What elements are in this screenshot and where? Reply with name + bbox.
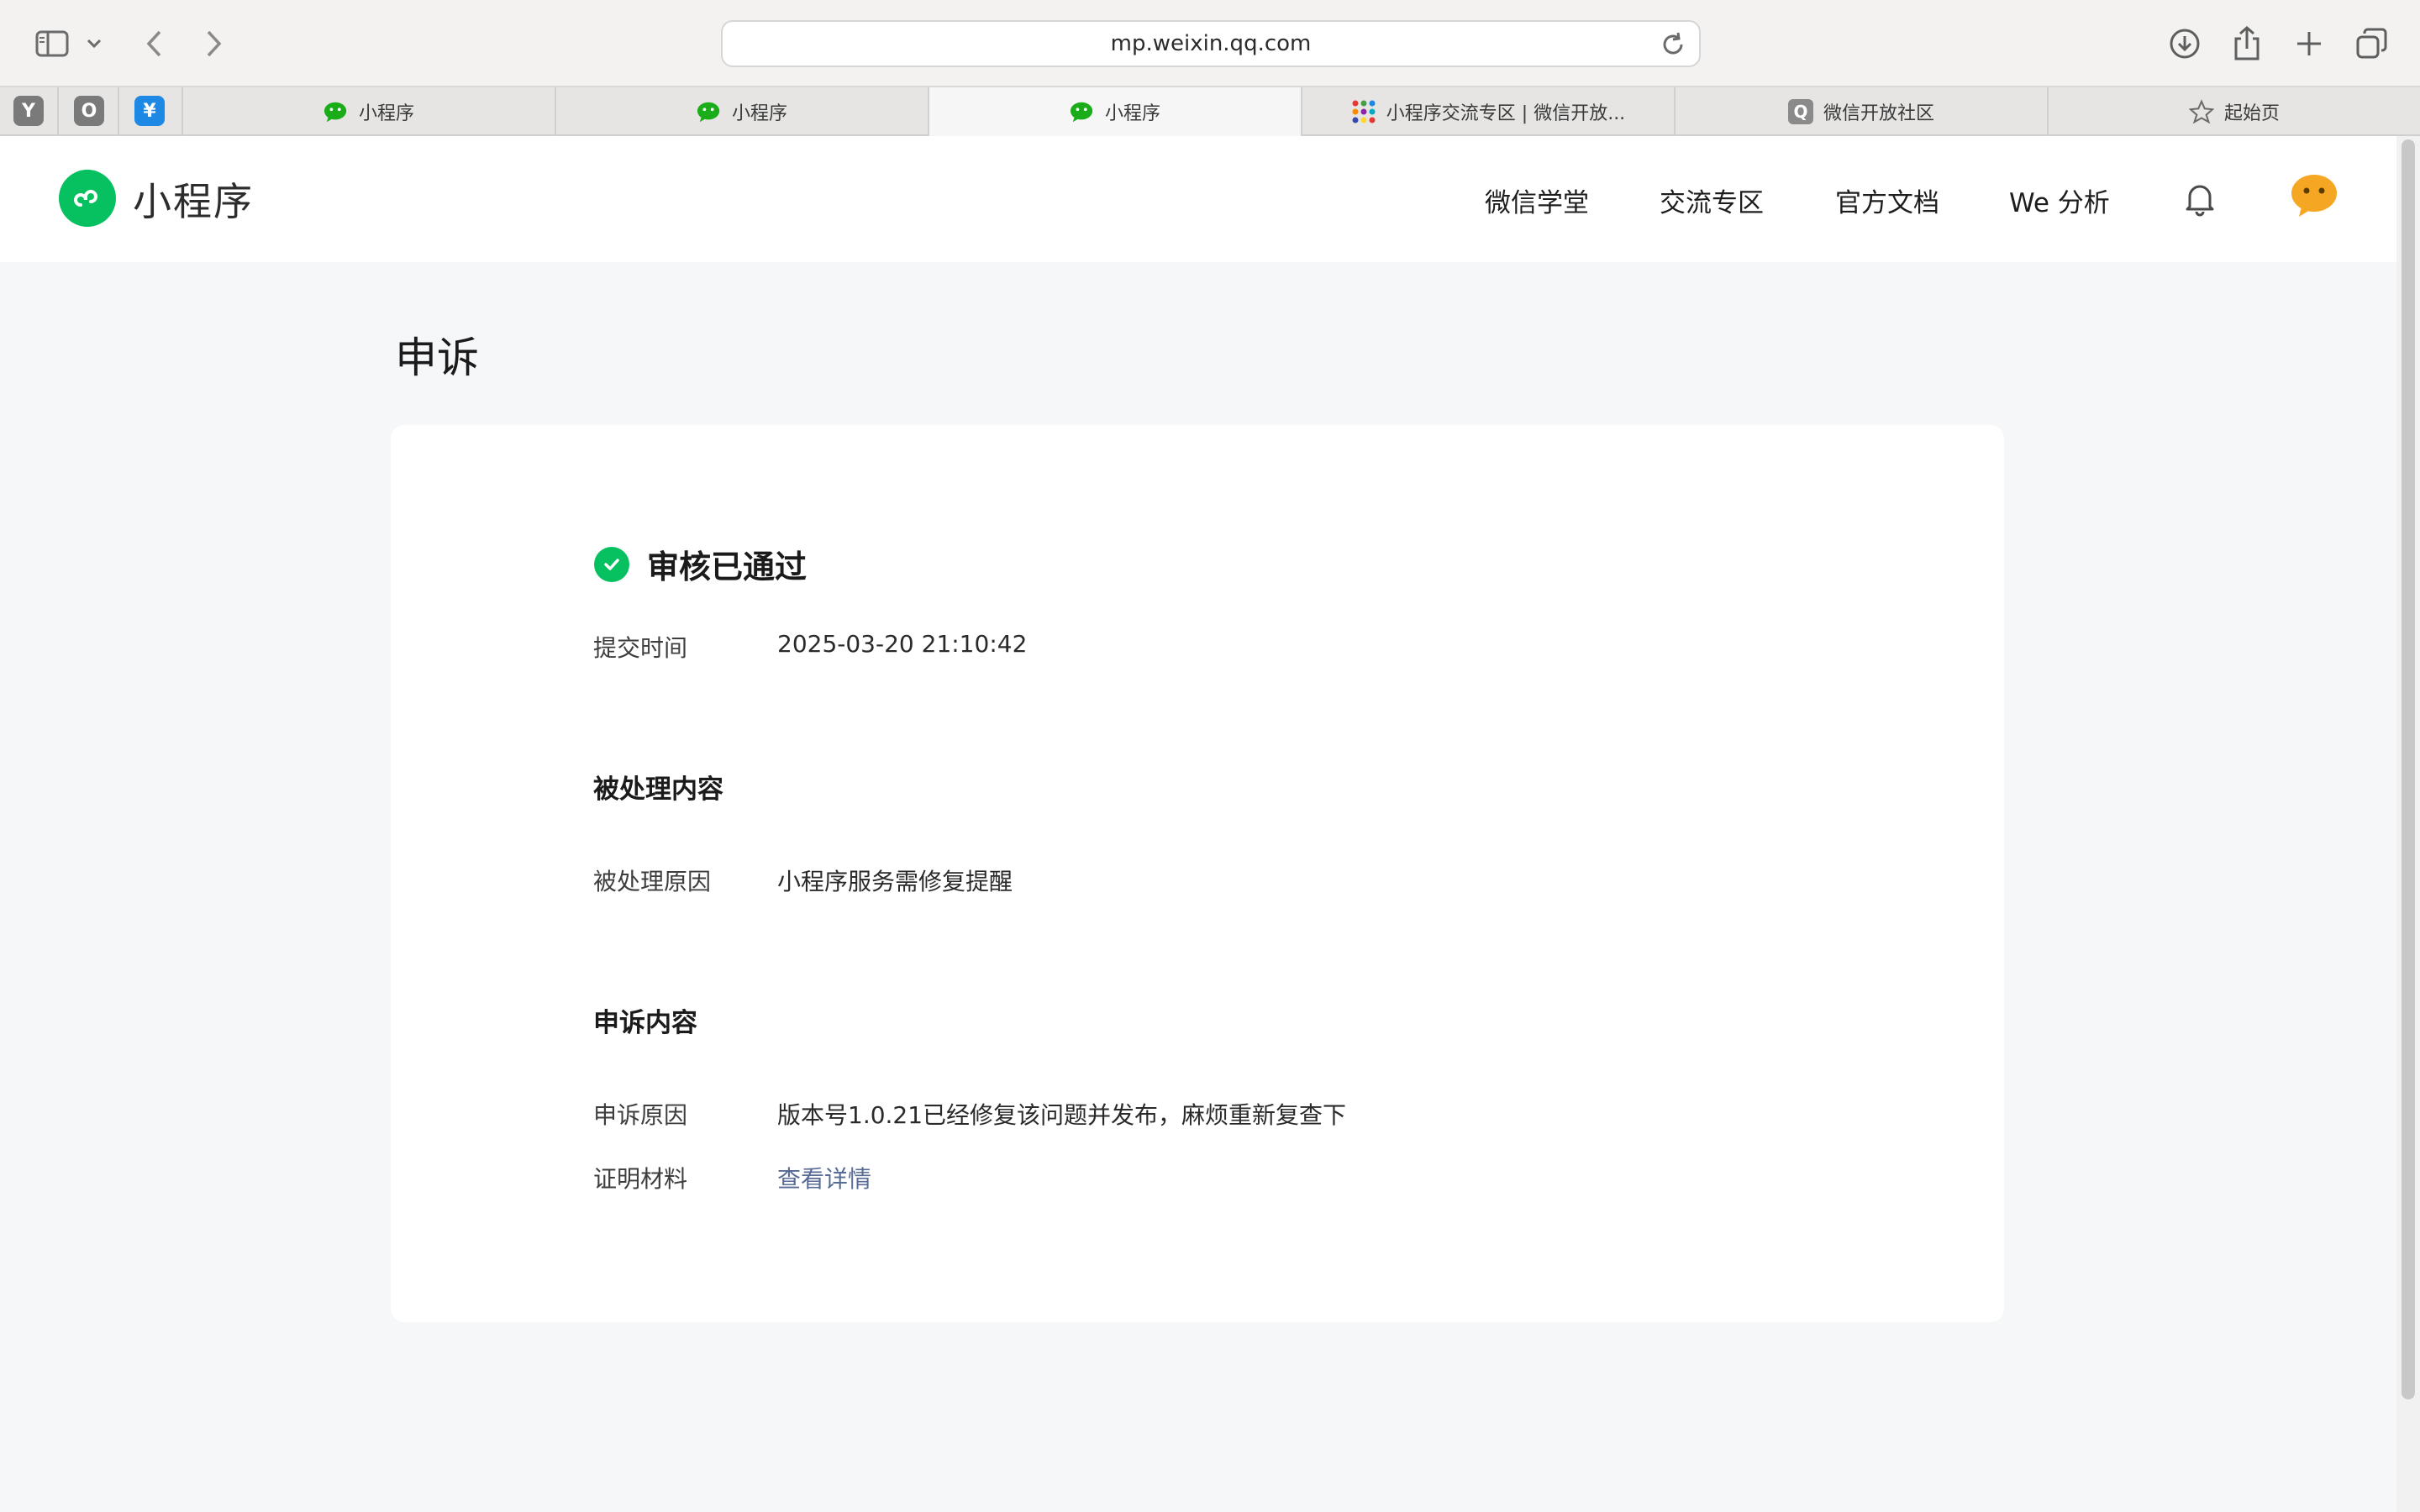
brand-name[interactable]: 小程序 (133, 171, 254, 227)
address-bar[interactable]: mp.weixin.qq.com (721, 20, 1701, 67)
tab-title: 小程序交流专区 | 微信开放... (1386, 103, 1626, 124)
nav-we-analytics[interactable]: We 分析 (2009, 181, 2110, 219)
tab-title: 小程序 (358, 103, 414, 124)
url-text: mp.weixin.qq.com (1110, 31, 1312, 56)
wechat-icon (697, 99, 722, 124)
pinned-tab-o[interactable]: O (74, 96, 104, 126)
pinned-tab-letter: ¥ (143, 100, 156, 122)
tab-title: 小程序 (1104, 103, 1160, 124)
handled-content-heading: 被处理内容 (593, 774, 723, 805)
reload-icon[interactable] (1659, 30, 1687, 59)
handled-reason-label: 被处理原因 (593, 868, 712, 895)
sidebar-toggle-icon[interactable] (32, 24, 72, 64)
forward-icon[interactable] (193, 24, 234, 64)
tab-title: 小程序 (731, 103, 787, 124)
tab-overview-icon[interactable] (2351, 24, 2391, 64)
star-icon (2188, 99, 2214, 124)
appeal-content-heading: 申诉内容 (593, 1008, 697, 1038)
browser-toolbar: mp.weixin.qq.com (0, 0, 2420, 87)
view-details-link[interactable]: 查看详情 (777, 1161, 871, 1194)
nav-community[interactable]: 交流专区 (1660, 181, 1764, 219)
mini-program-logo-icon[interactable] (59, 170, 116, 227)
chevron-down-icon[interactable] (79, 24, 109, 64)
site-header: 小程序 微信学堂 交流专区 官方文档 We 分析 (0, 136, 2396, 262)
submit-time-value: 2025-03-20 21:10:42 (777, 630, 1028, 658)
download-icon[interactable] (2165, 24, 2205, 64)
tab-title: 起始页 (2223, 103, 2280, 124)
tab-community-zone[interactable]: 小程序交流专区 | 微信开放... (1301, 87, 1674, 136)
pinned-tab-letter: Y (22, 100, 35, 122)
grid-dots-icon (1351, 99, 1376, 124)
pinned-tab-y[interactable]: Y (13, 96, 44, 126)
wechat-icon (1070, 99, 1095, 124)
page-scrollbar[interactable] (2396, 136, 2420, 1512)
appeal-reason-label: 申诉原因 (593, 1101, 688, 1129)
scrollbar-thumb[interactable] (2402, 139, 2415, 1399)
share-icon[interactable] (2227, 24, 2267, 64)
page-title: 申诉 (395, 333, 479, 382)
appeal-reason-value: 版本号1.0.21已经修复该问题并发布，麻烦重新复查下 (777, 1101, 1347, 1129)
tab-mini-program-1[interactable]: 小程序 (182, 87, 555, 136)
tab-bar: Y O ¥ 小程序 小程序 小程序 小程序交流专区 | 微信开放... Q 微信… (0, 87, 2420, 136)
pinned-tab-yen[interactable]: ¥ (134, 96, 165, 126)
tab-open-community[interactable]: Q 微信开放社区 (1674, 87, 2047, 136)
tab-mini-program-2[interactable]: 小程序 (555, 87, 928, 136)
pinned-divider (57, 87, 59, 136)
q-icon: Q (1787, 99, 1813, 124)
pinned-divider (118, 87, 119, 136)
tab-title: 微信开放社区 (1823, 103, 1934, 124)
wechat-icon (324, 99, 349, 124)
back-icon[interactable] (134, 24, 175, 64)
tab-mini-program-3-active[interactable]: 小程序 (928, 87, 1301, 136)
handled-reason-value: 小程序服务需修复提醒 (777, 868, 1013, 895)
new-tab-icon[interactable] (2289, 24, 2329, 64)
nav-official-docs[interactable]: 官方文档 (1835, 181, 1939, 219)
evidence-label: 证明材料 (593, 1165, 688, 1193)
pinned-tab-letter: O (81, 100, 97, 122)
bell-icon[interactable] (2180, 178, 2220, 218)
check-circle-icon (594, 547, 629, 582)
status-title: 审核已通过 (647, 549, 808, 585)
nav-wechat-academy[interactable]: 微信学堂 (1485, 181, 1589, 219)
tab-start-page[interactable]: 起始页 (2047, 87, 2420, 136)
submit-time-label: 提交时间 (593, 634, 688, 662)
avatar[interactable] (2290, 171, 2338, 220)
